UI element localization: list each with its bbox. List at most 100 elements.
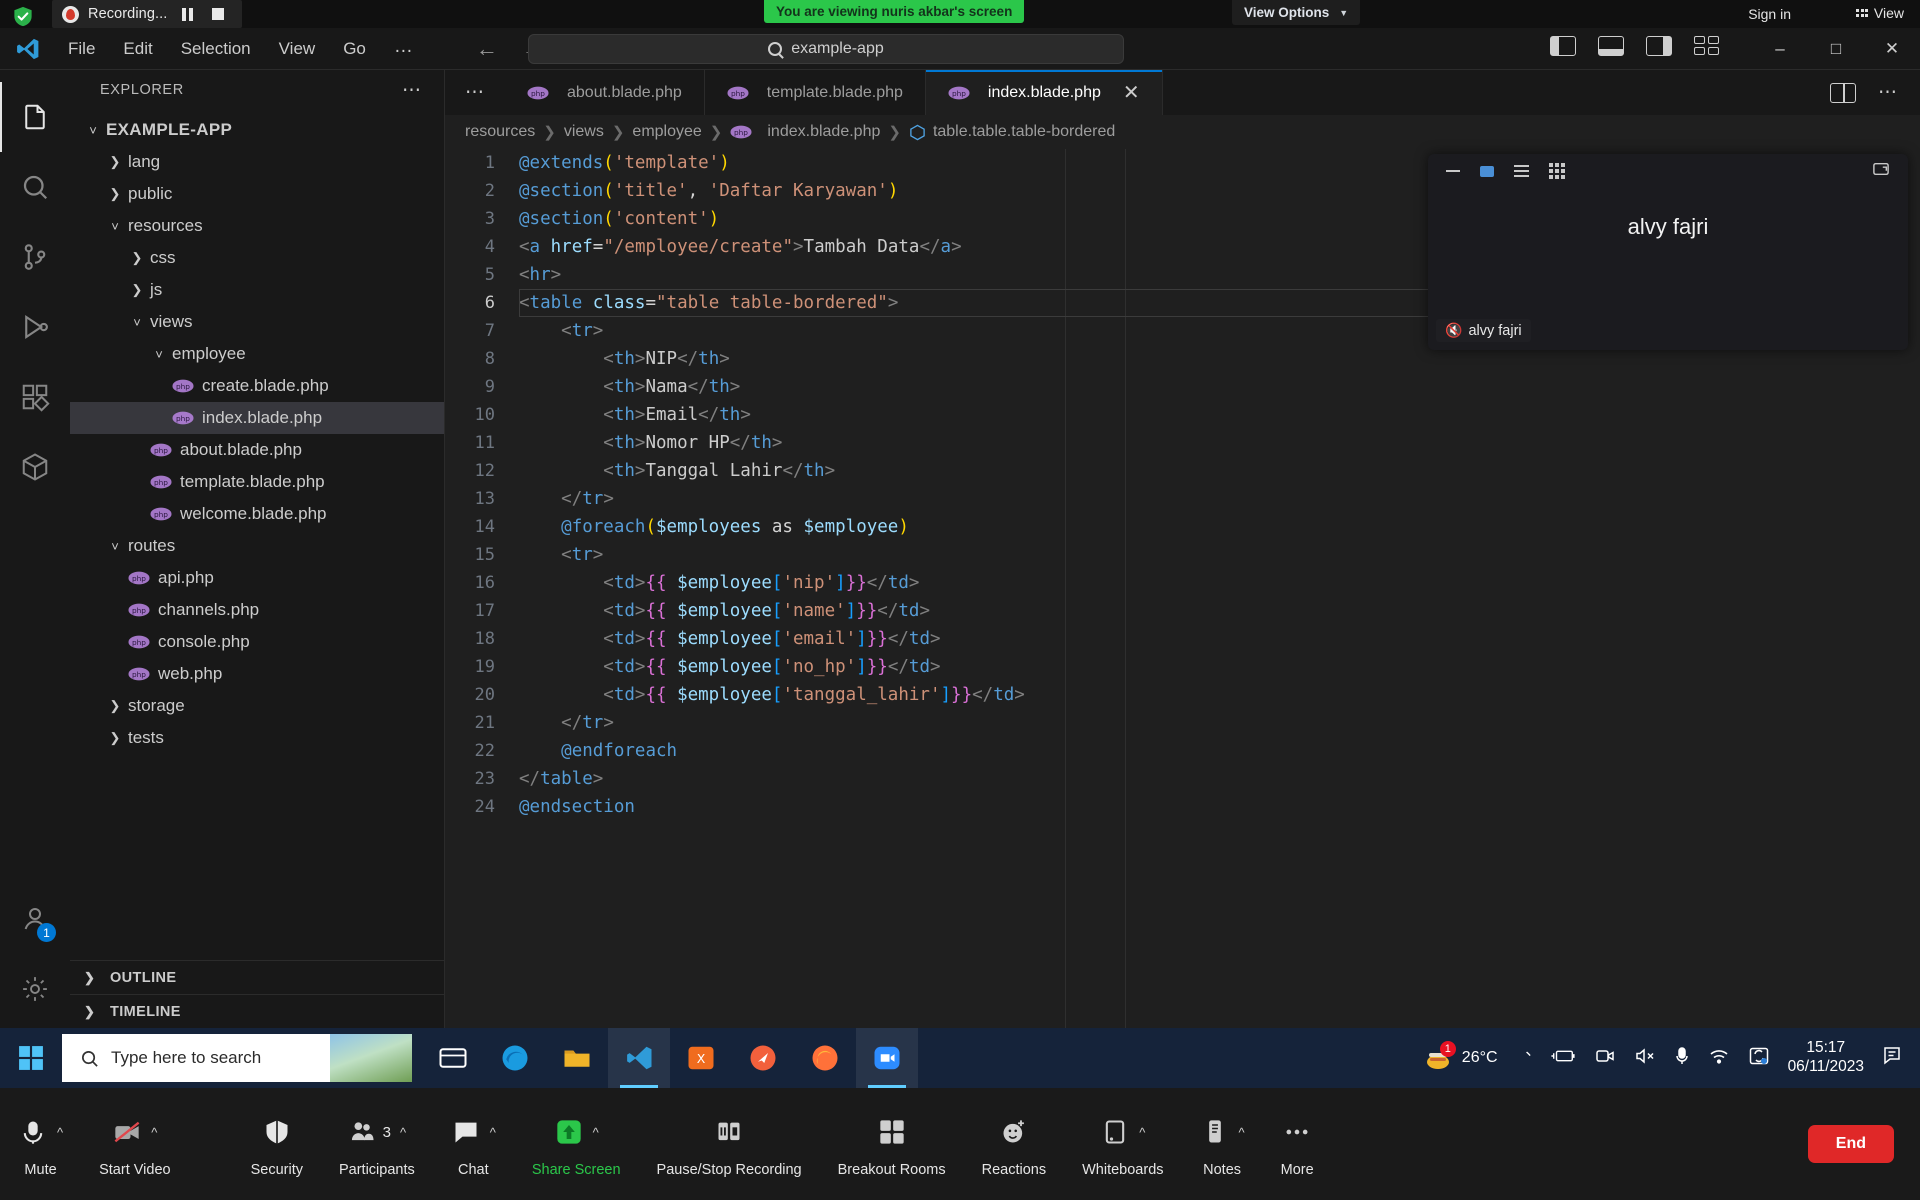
sync-icon[interactable] (1748, 1046, 1770, 1071)
toggle-panel-icon[interactable] (1598, 36, 1624, 56)
chevron-up-icon[interactable]: ^ (1139, 1125, 1145, 1140)
zoom-control-participants[interactable]: 3 ^ Participants (321, 1088, 433, 1200)
notification-center-icon[interactable] (1882, 1045, 1906, 1072)
toggle-secondary-sidebar-icon[interactable] (1646, 36, 1672, 56)
breadcrumb-item[interactable]: employee (632, 123, 701, 141)
menu-selection[interactable]: Selection (167, 36, 265, 62)
tree-item-employee[interactable]: ˅ employee (70, 338, 444, 370)
command-center-search[interactable]: example-app (528, 34, 1124, 64)
zoom-control-mute[interactable]: ^ Mute (0, 1088, 81, 1200)
activity-settings-gear-icon[interactable] (0, 954, 70, 1024)
section-timeline[interactable]: ❯ TIMELINE (70, 994, 444, 1028)
menu-edit[interactable]: Edit (109, 36, 166, 62)
activity-extensions-icon[interactable] (0, 362, 70, 432)
zoom-participant-panel[interactable]: alvy fajri 🔇 alvy fajri (1428, 154, 1908, 350)
vscode-icon[interactable] (608, 1028, 670, 1088)
taskbar-clock[interactable]: 15:17 06/11/2023 (1788, 1039, 1864, 1077)
zoom-control-reactions[interactable]: Reactions (964, 1088, 1064, 1200)
task-view-icon[interactable] (422, 1028, 484, 1088)
xampp-icon[interactable]: X (670, 1028, 732, 1088)
chevron-up-icon[interactable]: ^ (593, 1125, 599, 1140)
weather-widget[interactable]: 1 26°C (1424, 1041, 1498, 1071)
activity-run-debug-icon[interactable] (0, 292, 70, 362)
volume-muted-icon[interactable] (1634, 1047, 1656, 1070)
webcam-icon[interactable] (1594, 1047, 1616, 1070)
zoom-control-breakout-rooms[interactable]: Breakout Rooms (820, 1088, 964, 1200)
maximize-button[interactable]: □ (1808, 28, 1864, 70)
tree-item-public[interactable]: ❯ public (70, 178, 444, 210)
editor-tab-template-blade-php[interactable]: php template.blade.php (704, 70, 926, 115)
pause-recording-button[interactable] (176, 3, 198, 25)
zoom-control-start-video[interactable]: ^ Start Video (81, 1088, 188, 1200)
wifi-icon[interactable] (1708, 1047, 1730, 1070)
gallery-strip-icon[interactable] (1514, 164, 1529, 178)
gallery-grid-icon[interactable] (1549, 163, 1565, 179)
chevron-up-icon[interactable]: ^ (57, 1125, 63, 1140)
tree-item-views[interactable]: ˅ views (70, 306, 444, 338)
windows-start-icon[interactable] (0, 1045, 62, 1071)
activity-accounts-icon[interactable]: 1 (0, 884, 70, 954)
tree-item-about-blade-php[interactable]: php about.blade.php (70, 434, 444, 466)
tree-item-tests[interactable]: ❯ tests (70, 722, 444, 754)
minimize-icon[interactable] (1446, 170, 1460, 172)
tree-item-css[interactable]: ❯ css (70, 242, 444, 274)
tree-item-console-php[interactable]: php console.php (70, 626, 444, 658)
section-outline[interactable]: ❯ OUTLINE (70, 960, 444, 994)
chevron-up-icon[interactable]: ^ (490, 1125, 496, 1140)
end-meeting-button[interactable]: End (1807, 1125, 1894, 1163)
split-editor-icon[interactable] (1830, 82, 1856, 103)
zoom-icon[interactable] (856, 1028, 918, 1088)
tree-root-example-app[interactable]: ˅ EXAMPLE-APP (70, 114, 444, 146)
tree-item-web-php[interactable]: php web.php (70, 658, 444, 690)
sign-in-button[interactable]: Sign in (1748, 6, 1791, 22)
tree-item-storage[interactable]: ❯ storage (70, 690, 444, 722)
menu-file[interactable]: File (54, 36, 109, 62)
activity-source-control-icon[interactable] (0, 222, 70, 292)
firefox-icon[interactable] (794, 1028, 856, 1088)
editor-more-actions-icon[interactable]: ⋯ (1878, 81, 1898, 104)
taskbar-search-input[interactable]: Type here to search (62, 1034, 412, 1082)
battery-charging-icon[interactable] (1550, 1047, 1576, 1070)
menu-view[interactable]: View (265, 36, 330, 62)
activity-search-icon[interactable] (0, 152, 70, 222)
close-icon[interactable]: ✕ (1123, 83, 1140, 103)
customize-layout-icon[interactable] (1694, 36, 1720, 56)
zoom-control-notes[interactable]: ^ Notes (1182, 1088, 1263, 1200)
expand-icon[interactable] (1872, 161, 1890, 182)
chevron-up-icon[interactable]: ^ (400, 1125, 406, 1140)
arrow-left-icon[interactable]: ← (476, 37, 498, 60)
show-hidden-icons[interactable]: ︑ (1516, 1046, 1532, 1070)
view-options-button[interactable]: View Options ▼ (1232, 0, 1361, 25)
postman-icon[interactable] (732, 1028, 794, 1088)
breadcrumb-item[interactable]: resources (465, 123, 535, 141)
activity-explorer-icon[interactable] (0, 82, 70, 152)
breadcrumb-item[interactable]: php index.blade.php (730, 123, 880, 141)
stop-recording-button[interactable] (207, 3, 229, 25)
explorer-more-actions-icon[interactable]: ⋯ (402, 79, 422, 102)
view-button[interactable]: View (1856, 5, 1904, 21)
tree-item-routes[interactable]: ˅ routes (70, 530, 444, 562)
tree-item-template-blade-php[interactable]: php template.blade.php (70, 466, 444, 498)
tree-item-channels-php[interactable]: php channels.php (70, 594, 444, 626)
editor-tab-index-blade-php[interactable]: php index.blade.php ✕ (925, 70, 1163, 115)
activity-docker-icon[interactable] (0, 432, 70, 502)
close-button[interactable]: ✕ (1864, 28, 1920, 70)
active-speaker-icon[interactable] (1480, 165, 1494, 177)
tree-item-welcome-blade-php[interactable]: php welcome.blade.php (70, 498, 444, 530)
tree-item-index-blade-php[interactable]: php index.blade.php (70, 402, 444, 434)
chevron-up-icon[interactable]: ^ (151, 1125, 157, 1140)
file-explorer-icon[interactable] (546, 1028, 608, 1088)
chevron-up-icon[interactable]: ^ (1239, 1125, 1245, 1140)
zoom-control-more[interactable]: More (1263, 1088, 1332, 1200)
microphone-icon[interactable] (1674, 1046, 1690, 1071)
tree-item-lang[interactable]: ❯ lang (70, 146, 444, 178)
zoom-control-pause-stop-recording[interactable]: Pause/Stop Recording (639, 1088, 820, 1200)
zoom-control-chat[interactable]: ^ Chat (433, 1088, 514, 1200)
tree-item-create-blade-php[interactable]: php create.blade.php (70, 370, 444, 402)
zoom-control-share-screen[interactable]: ^ Share Screen (514, 1088, 639, 1200)
menu-more-icon[interactable]: … (380, 36, 428, 61)
tree-item-resources[interactable]: ˅ resources (70, 210, 444, 242)
tabs-overflow-icon[interactable]: ⋯ (445, 70, 505, 115)
minimize-button[interactable]: – (1752, 28, 1808, 70)
zoom-control-security[interactable]: Security (189, 1088, 321, 1200)
